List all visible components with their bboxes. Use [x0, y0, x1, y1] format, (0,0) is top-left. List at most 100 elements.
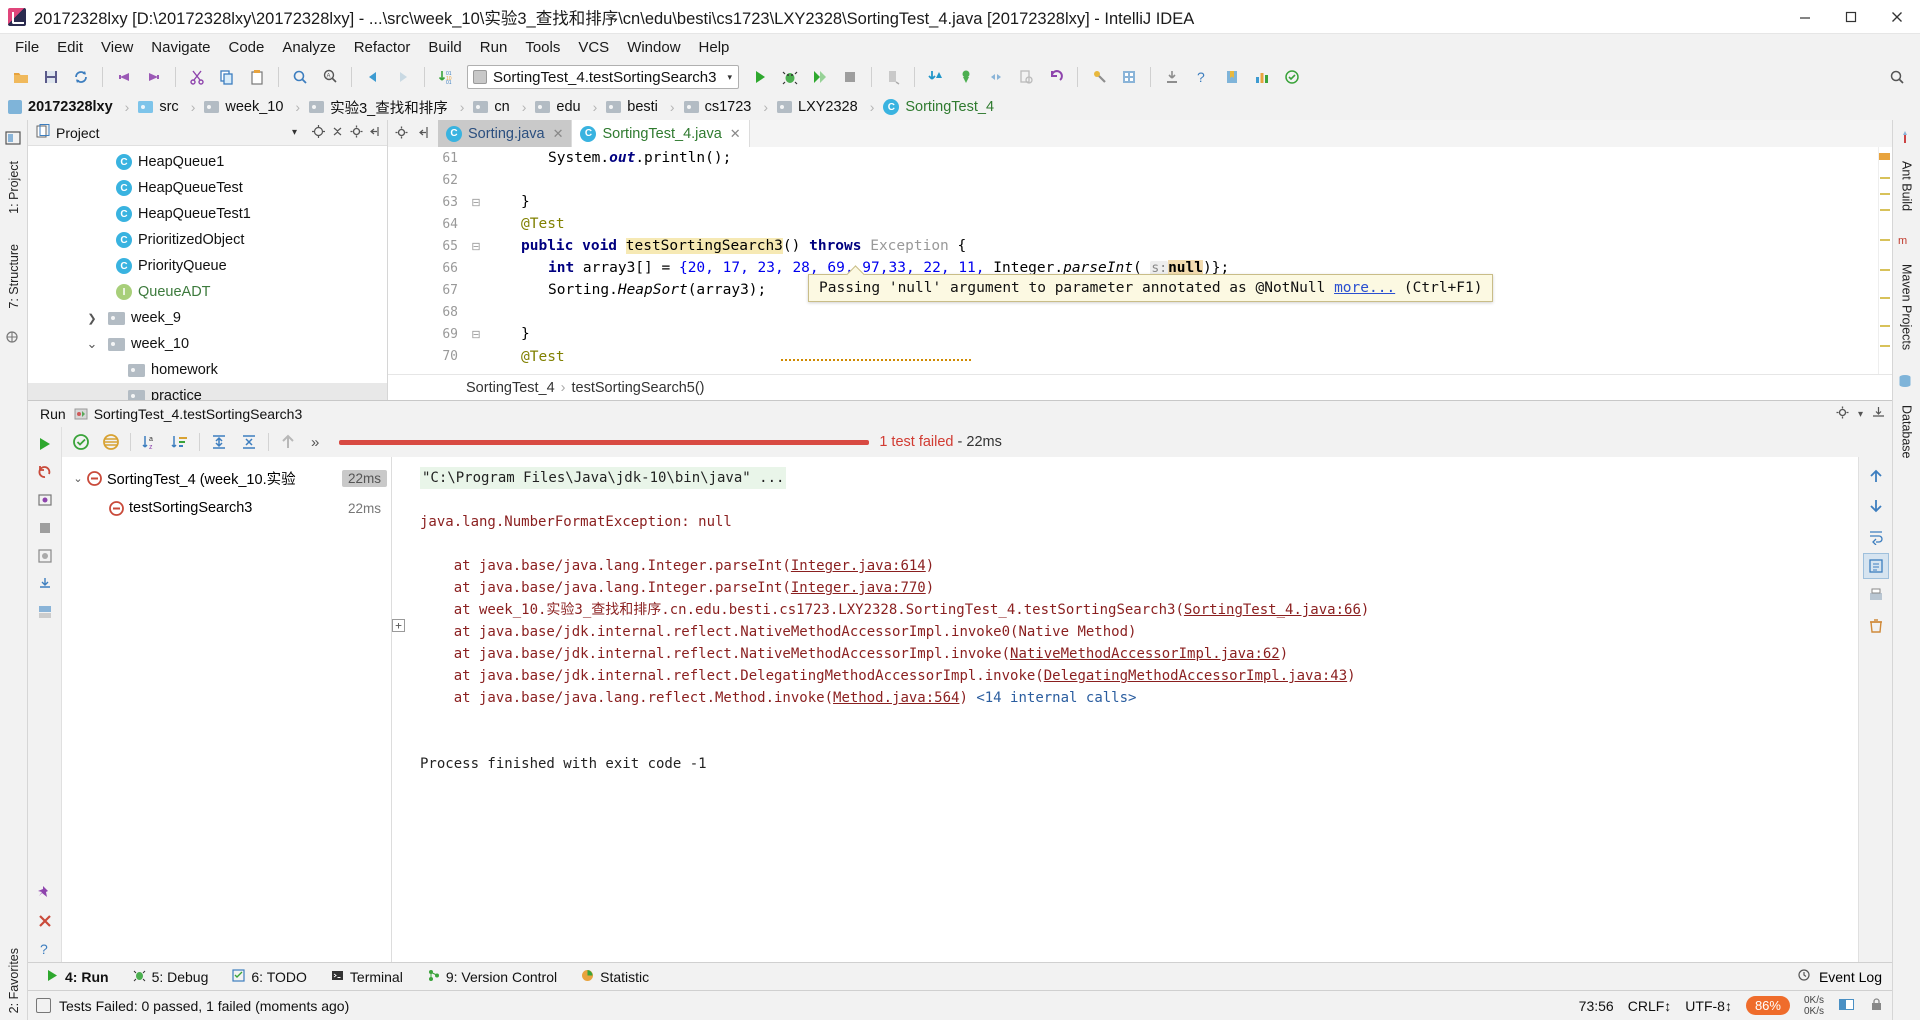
warning-marker[interactable]	[1880, 177, 1890, 179]
fold-marker[interactable]: ⊟	[464, 191, 488, 213]
download-icon[interactable]	[1157, 64, 1187, 90]
more-options-button[interactable]: »	[303, 434, 327, 451]
chart-icon[interactable]	[1247, 64, 1277, 90]
rerun-icon[interactable]	[32, 431, 58, 457]
bookmark-icon[interactable]	[1217, 64, 1247, 90]
menu-window[interactable]: Window	[618, 37, 689, 58]
editor-marker-scrollbar[interactable]	[1878, 147, 1892, 374]
run-configuration-selector[interactable]: SortingTest_4.testSortingSearch3 ▾	[467, 65, 739, 89]
back-icon[interactable]	[358, 64, 388, 90]
toggle-auto-test-icon[interactable]	[32, 487, 58, 513]
editor-tab-sortingtest4[interactable]: C SortingTest_4.java ✕	[572, 120, 750, 147]
push-icon[interactable]	[1011, 64, 1041, 90]
pin-icon[interactable]	[32, 880, 58, 906]
hide-icon[interactable]	[417, 125, 432, 143]
replace-icon[interactable]: A	[315, 64, 345, 90]
ant-build-rail-icon[interactable]	[4, 329, 24, 349]
close-icon[interactable]: ✕	[730, 126, 741, 142]
sidebar-item-database[interactable]: Database	[1897, 398, 1917, 466]
expand-collapse-icon[interactable]	[330, 124, 345, 142]
layout-icon[interactable]	[32, 599, 58, 625]
profile-icon[interactable]	[878, 64, 908, 90]
cut-icon[interactable]	[182, 64, 212, 90]
sync-icon[interactable]	[66, 64, 96, 90]
sidebar-item-ant-build[interactable]: Ant Build	[1897, 154, 1917, 218]
project-structure-icon[interactable]	[1114, 64, 1144, 90]
project-tree[interactable]: C HeapQueue1 C HeapQueueTest C HeapQueue…	[28, 146, 387, 400]
code-editor[interactable]: 61 62 63 64 65 ! 66 67	[388, 147, 1892, 374]
menu-view[interactable]: View	[92, 37, 142, 58]
project-tool-icon[interactable]	[4, 129, 24, 149]
undo-icon[interactable]	[109, 64, 139, 90]
chevron-down-icon[interactable]: ⌄	[70, 472, 86, 485]
warning-marker[interactable]	[1880, 297, 1890, 299]
forward-icon[interactable]	[388, 64, 418, 90]
database-icon[interactable]	[1897, 373, 1917, 393]
close-icon[interactable]: ✕	[553, 126, 564, 142]
close-button[interactable]	[1874, 0, 1920, 34]
breadcrumb-item-experiment[interactable]: 实验3_查找和排序 ›	[309, 97, 473, 118]
tab-todo[interactable]: 6: TODO	[220, 969, 319, 985]
tab-run[interactable]: 4: Run	[34, 969, 121, 985]
gear-icon[interactable]	[394, 125, 409, 143]
print-icon[interactable]	[1863, 583, 1889, 609]
prev-failed-icon[interactable]	[273, 429, 303, 455]
tree-item-prioritizedobject[interactable]: C PrioritizedObject	[28, 227, 387, 253]
tab-terminal[interactable]: Terminal	[319, 969, 415, 985]
lock-icon[interactable]	[1869, 997, 1884, 1015]
menu-run[interactable]: Run	[471, 37, 517, 58]
test-tree-row-class[interactable]: ⌄ SortingTest_4 (week_10.实验 22ms	[62, 463, 391, 493]
inspect-icon[interactable]	[1277, 64, 1307, 90]
update-project-icon[interactable]	[921, 64, 951, 90]
debug-icon[interactable]	[775, 64, 805, 90]
menu-navigate[interactable]: Navigate	[142, 37, 219, 58]
open-folder-icon[interactable]	[6, 64, 36, 90]
fold-marker[interactable]: ⊟	[464, 235, 488, 257]
stacktrace-link[interactable]: Integer.java:770	[791, 580, 926, 596]
gear-icon[interactable]	[349, 124, 364, 142]
caret-position[interactable]: 73:56	[1579, 998, 1614, 1014]
tree-item-priorityqueue[interactable]: C PriorityQueue	[28, 253, 387, 279]
breadcrumb-item-week10[interactable]: week_10 ›	[204, 99, 309, 115]
breadcrumb-item-src[interactable]: src ›	[138, 99, 204, 115]
breadcrumb-item-edu[interactable]: edu ›	[535, 99, 606, 115]
stacktrace-link[interactable]: Integer.java:614	[791, 558, 926, 574]
soft-wrap-icon[interactable]	[1863, 523, 1889, 549]
sort-alphabetically-icon[interactable]: az	[135, 429, 165, 455]
editor-gutter[interactable]: 61 62 63 64 65 ! 66 67	[388, 147, 486, 374]
sidebar-item-project[interactable]: 1: Project	[4, 154, 24, 221]
breadcrumb-item-cs1723[interactable]: cs1723 ›	[683, 99, 777, 115]
chevron-down-icon[interactable]: ▾	[727, 72, 732, 83]
collapse-all-icon[interactable]	[234, 429, 264, 455]
fold-marker[interactable]: ⊟	[464, 323, 488, 345]
tab-version-control[interactable]: 9: Version Control	[415, 969, 569, 985]
chevron-down-icon[interactable]: ⌄	[84, 336, 100, 352]
clear-all-icon[interactable]	[1863, 613, 1889, 639]
tree-item-queueadt[interactable]: I QueueADT	[28, 279, 387, 305]
copy-icon[interactable]	[212, 64, 242, 90]
scroll-up-icon[interactable]	[1863, 463, 1889, 489]
hide-icon[interactable]	[368, 124, 383, 142]
menu-analyze[interactable]: Analyze	[273, 37, 344, 58]
sidebar-item-favorites[interactable]: 2: Favorites	[4, 941, 24, 1020]
chevron-down-icon[interactable]: ▾	[282, 127, 307, 138]
redo-icon[interactable]	[139, 64, 169, 90]
dump-threads-icon[interactable]	[32, 543, 58, 569]
scroll-to-end-icon[interactable]	[1862, 553, 1889, 579]
editor-tab-sorting[interactable]: C Sorting.java ✕	[438, 120, 573, 147]
help-icon[interactable]: ?	[32, 936, 58, 962]
chevron-right-icon[interactable]: ❯	[84, 312, 100, 325]
tree-item-week9[interactable]: ❯ week_9	[28, 305, 387, 331]
minimize-button[interactable]	[1782, 0, 1828, 34]
memory-indicator[interactable]: 86%	[1745, 996, 1790, 1015]
search-everywhere-icon[interactable]	[1882, 64, 1912, 90]
breadcrumb-item-lxy2328[interactable]: LXY2328 ›	[777, 99, 883, 115]
breadcrumb-item-cn[interactable]: cn ›	[473, 99, 535, 115]
sidebar-item-structure[interactable]: 7: Structure	[4, 237, 24, 316]
tree-item-heapqueue1[interactable]: C HeapQueue1	[28, 149, 387, 175]
warning-marker[interactable]	[1879, 153, 1890, 160]
warning-marker[interactable]	[1880, 239, 1890, 241]
tree-item-homework[interactable]: homework	[28, 357, 387, 383]
tab-debug[interactable]: 5: Debug	[121, 969, 221, 985]
menu-refactor[interactable]: Refactor	[345, 37, 420, 58]
